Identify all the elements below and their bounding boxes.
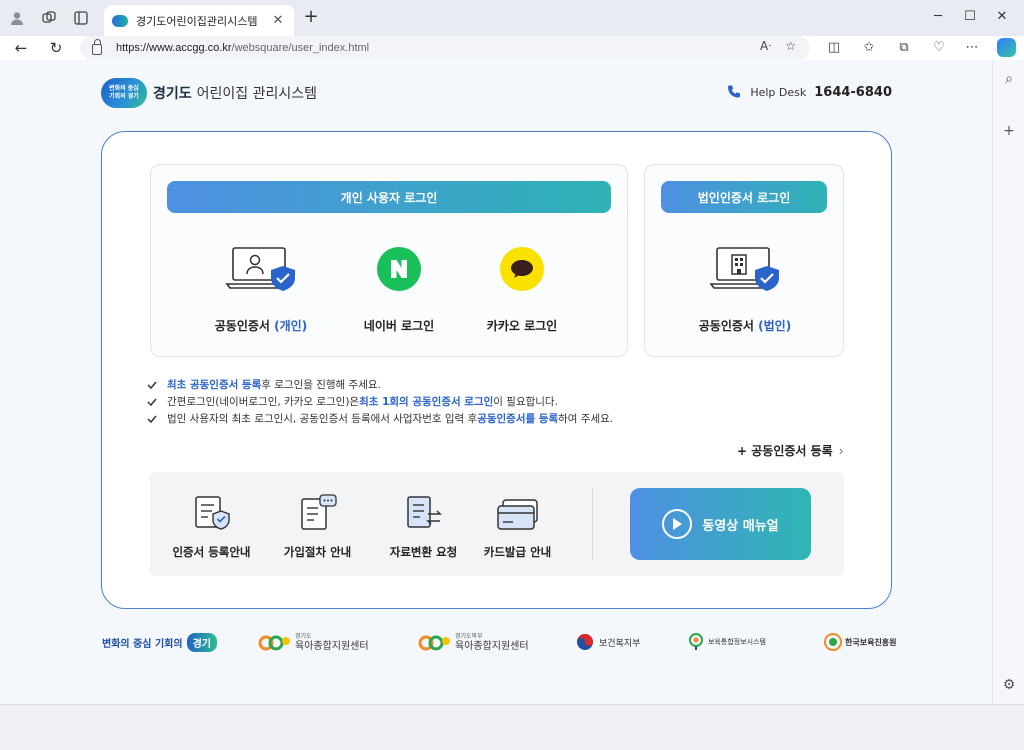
naver-icon — [377, 247, 421, 291]
lock-icon — [92, 38, 102, 55]
naver-login-label: 네이버 로그인 — [363, 319, 435, 333]
browser-sidebar: ⌕ + ⚙ — [992, 60, 1024, 704]
phone-icon — [728, 85, 741, 98]
collections-icon[interactable]: ⧉ — [895, 39, 913, 57]
help-desk-number: 1644-6840 — [814, 84, 892, 100]
help-desk-label: Help Desk — [750, 85, 807, 99]
certificate-shield-icon — [194, 496, 230, 530]
url-host: https://www.accgg.co.kr — [116, 42, 232, 54]
check-icon — [147, 381, 157, 389]
footer-ministry-logo[interactable]: 보건복지부 — [576, 628, 640, 656]
notice-item: 최초 공동인증서 등록 후 로그인을 진행해 주세요. — [147, 376, 613, 393]
back-icon[interactable]: ← — [10, 38, 32, 58]
institute-icon — [824, 633, 842, 651]
childcare-center-icon — [418, 635, 450, 651]
more-menu-icon[interactable]: ⋯ — [963, 39, 981, 57]
url-path: /websquare/user_index.html — [231, 42, 370, 54]
kakao-login-label: 카카오 로그인 — [486, 319, 558, 333]
footer-childcare-center-logo[interactable]: 경기도 육아종합지원센터 — [258, 628, 369, 656]
personal-cert-login-button[interactable]: 공동인증서 (개인) — [201, 241, 321, 334]
split-screen-icon[interactable]: ◫ — [825, 39, 843, 57]
corporate-cert-label: 공동인증서 (법인) — [698, 319, 792, 333]
chevron-right-icon: › — [838, 444, 844, 458]
profile-icon[interactable] — [8, 9, 26, 27]
refresh-icon[interactable]: ↻ — [45, 38, 67, 58]
gyeonggi-badge-logo: 변화의 중심 기회의 경기 — [101, 78, 147, 108]
video-manual-button[interactable]: 동영상 매뉴얼 — [630, 488, 811, 560]
personal-cert-label: 공동인증서 (개인) — [214, 319, 308, 333]
logo-title-bold: 경기도 — [153, 86, 192, 102]
laptop-person-icon — [225, 247, 295, 291]
taskbar-area — [0, 704, 1024, 750]
taegeuk-icon — [577, 634, 593, 650]
workspaces-icon[interactable] — [40, 9, 58, 27]
site-logo[interactable]: 변화의 중심 기회의 경기 경기도 어린이집 관리시스템 — [101, 78, 317, 108]
close-window-icon[interactable]: ✕ — [988, 6, 1016, 28]
browser-tab-bar: 경기도어린이집관리시스템 ✕ + ─ ☐ ✕ — [0, 0, 1024, 36]
site-favicon-icon — [112, 14, 128, 27]
guide-data-conversion[interactable]: 자료변환 요청 — [376, 490, 471, 560]
guide-cert-register[interactable]: 인증서 등록안내 — [164, 490, 259, 560]
personal-login-header: 개인 사용자 로그인 — [167, 181, 611, 213]
guide-box: 인증서 등록안내 가입절차 안내 자료변환 요청 카드발급 안내 동영상 매뉴얼 — [150, 472, 844, 576]
favorites-icon[interactable]: ✩ — [860, 39, 878, 57]
footer-institute-logo[interactable]: 한국보육진흥원 — [824, 628, 897, 656]
corporate-cert-login-button[interactable]: 공동인증서 (법인) — [685, 241, 805, 334]
notice-item: 법인 사용자의 최초 로그인시, 공동인증서 등록에서 사업자번호 입력 후 공… — [147, 410, 613, 427]
register-certificate-link[interactable]: + 공동인증서 등록 › — [737, 442, 844, 459]
maximize-icon[interactable]: ☐ — [956, 6, 984, 28]
document-convert-icon — [406, 496, 442, 528]
logo-title: 어린이집 관리시스템 — [196, 86, 318, 102]
copilot-icon[interactable] — [997, 38, 1016, 57]
login-notices: 최초 공동인증서 등록 후 로그인을 진행해 주세요. 간편로그인(네이버로그인… — [147, 376, 613, 427]
kakao-login-button[interactable]: 카카오 로그인 — [462, 241, 582, 334]
browser-toolbar: ← ↻ https://www.accgg.co.kr/websquare/us… — [0, 36, 1024, 60]
read-aloud-icon[interactable]: Aᐧ — [760, 39, 771, 53]
guide-label: 카드발급 안내 — [483, 545, 552, 559]
document-chat-icon — [300, 494, 337, 530]
childcare-center-icon — [258, 635, 290, 651]
address-bar[interactable]: https://www.accgg.co.kr/websquare/user_i… — [80, 36, 810, 60]
guide-card-issue[interactable]: 카드발급 안내 — [470, 490, 565, 560]
tab-actions-icon[interactable] — [72, 9, 90, 27]
sidebar-settings-icon[interactable]: ⚙ — [1000, 676, 1018, 694]
corporate-login-box: 법인인증서 로그인 공동인증서 (법인) — [644, 164, 844, 357]
guide-signup-process[interactable]: 가입절차 안내 — [270, 490, 365, 560]
guide-label: 자료변환 요청 — [389, 545, 458, 559]
favorite-star-icon[interactable]: ☆ — [785, 39, 796, 53]
card-icon — [496, 499, 538, 530]
corporate-login-header: 법인인증서 로그인 — [661, 181, 827, 213]
guide-label: 인증서 등록안내 — [172, 545, 251, 559]
help-desk: Help Desk 1644-6840 — [726, 84, 892, 100]
tab-title: 경기도어린이집관리시스템 — [136, 14, 258, 28]
video-manual-label: 동영상 매뉴얼 — [702, 518, 779, 534]
page-viewport: 변화의 중심 기회의 경기 경기도 어린이집 관리시스템 Help Desk 16… — [0, 60, 992, 704]
browser-essentials-icon[interactable]: ♡ — [930, 39, 948, 57]
check-icon — [147, 415, 157, 423]
sidebar-search-icon[interactable]: ⌕ — [1000, 70, 1018, 88]
footer-gyeonggi-logo[interactable]: 변화의 중심 기회의 경기 — [102, 628, 217, 656]
footer-north-childcare-center-logo[interactable]: 경기도북부 육아종합지원센터 — [418, 628, 529, 656]
footer-logos: 변화의 중심 기회의 경기 경기도 육아종합지원센터 경기도북부 육아종합지원센… — [0, 628, 992, 658]
personal-login-box: 개인 사용자 로그인 공동인증서 (개인) 네이버 로그인 카카오 로그인 — [150, 164, 628, 357]
minimize-icon[interactable]: ─ — [924, 6, 952, 28]
tab-close-icon[interactable]: ✕ — [268, 13, 288, 28]
info-system-icon — [689, 633, 703, 650]
kakao-icon — [500, 247, 544, 291]
new-tab-icon[interactable]: + — [300, 7, 322, 29]
play-icon — [662, 509, 693, 539]
footer-info-system-logo[interactable]: 보육통합정보시스템 — [688, 628, 766, 656]
naver-login-button[interactable]: 네이버 로그인 — [339, 241, 459, 334]
notice-item: 간편로그인(네이버로그인, 카카오 로그인)은 최초 1회의 공동인증서 로그인… — [147, 393, 613, 410]
check-icon — [147, 398, 157, 406]
divider — [592, 488, 593, 560]
laptop-building-icon — [709, 247, 779, 291]
login-card: 개인 사용자 로그인 공동인증서 (개인) 네이버 로그인 카카오 로그인 법인… — [101, 131, 892, 609]
active-tab[interactable]: 경기도어린이집관리시스템 ✕ — [104, 5, 294, 36]
sidebar-add-icon[interactable]: + — [1000, 122, 1018, 140]
guide-label: 가입절차 안내 — [283, 545, 352, 559]
